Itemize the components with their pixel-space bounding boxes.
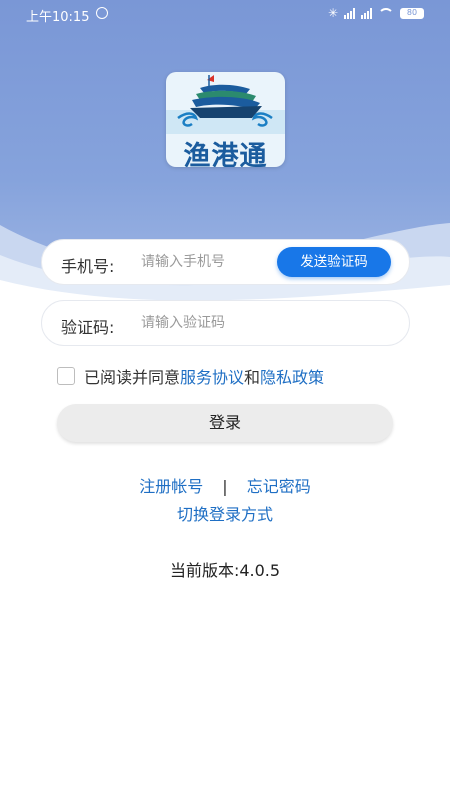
battery-icon: 80 (400, 7, 424, 19)
signal-icon (344, 7, 355, 19)
send-code-button[interactable]: 发送验证码 (277, 247, 391, 277)
ship-icon (166, 75, 285, 134)
phone-input[interactable] (141, 250, 291, 274)
wifi-icon (378, 8, 394, 18)
agreement-prefix: 已阅读并同意 (84, 368, 181, 387)
phone-field: 手机号: 发送验证码 (41, 239, 410, 285)
privacy-policy-link[interactable]: 隐私政策 (260, 364, 324, 388)
status-time: 上午10:15 (26, 10, 90, 25)
service-agreement-link[interactable]: 服务协议 (180, 364, 244, 388)
alarm-icon (96, 7, 108, 19)
forgot-password-link[interactable]: 忘记密码 (247, 477, 311, 496)
agreement-and: 和 (244, 368, 261, 387)
link-separator: | (222, 477, 228, 496)
agreement-checkbox[interactable] (57, 367, 75, 385)
logo-text: 渔港通 (183, 141, 268, 167)
account-links: 注册帐号 | 忘记密码 (0, 473, 450, 497)
status-icons: ✳ 80 (328, 6, 424, 20)
switch-login-link[interactable]: 切换登录方式 (0, 501, 450, 525)
agreement-row: 已阅读并同意 服务协议 和 隐私政策 (57, 365, 324, 387)
phone-label: 手机号: (61, 257, 115, 276)
app-logo: 渔港通 (166, 72, 285, 167)
code-label: 验证码: (61, 318, 115, 337)
register-link[interactable]: 注册帐号 (139, 477, 203, 496)
login-button[interactable]: 登录 (57, 404, 393, 442)
code-input[interactable] (141, 311, 291, 335)
code-field: 验证码: (41, 300, 410, 346)
version-text: 当前版本:4.0.5 (169, 561, 281, 580)
status-bar: 上午10:15 ✳ 80 (0, 0, 450, 28)
bluetooth-icon: ✳ (327, 6, 338, 20)
signal-icon-2 (361, 7, 372, 19)
